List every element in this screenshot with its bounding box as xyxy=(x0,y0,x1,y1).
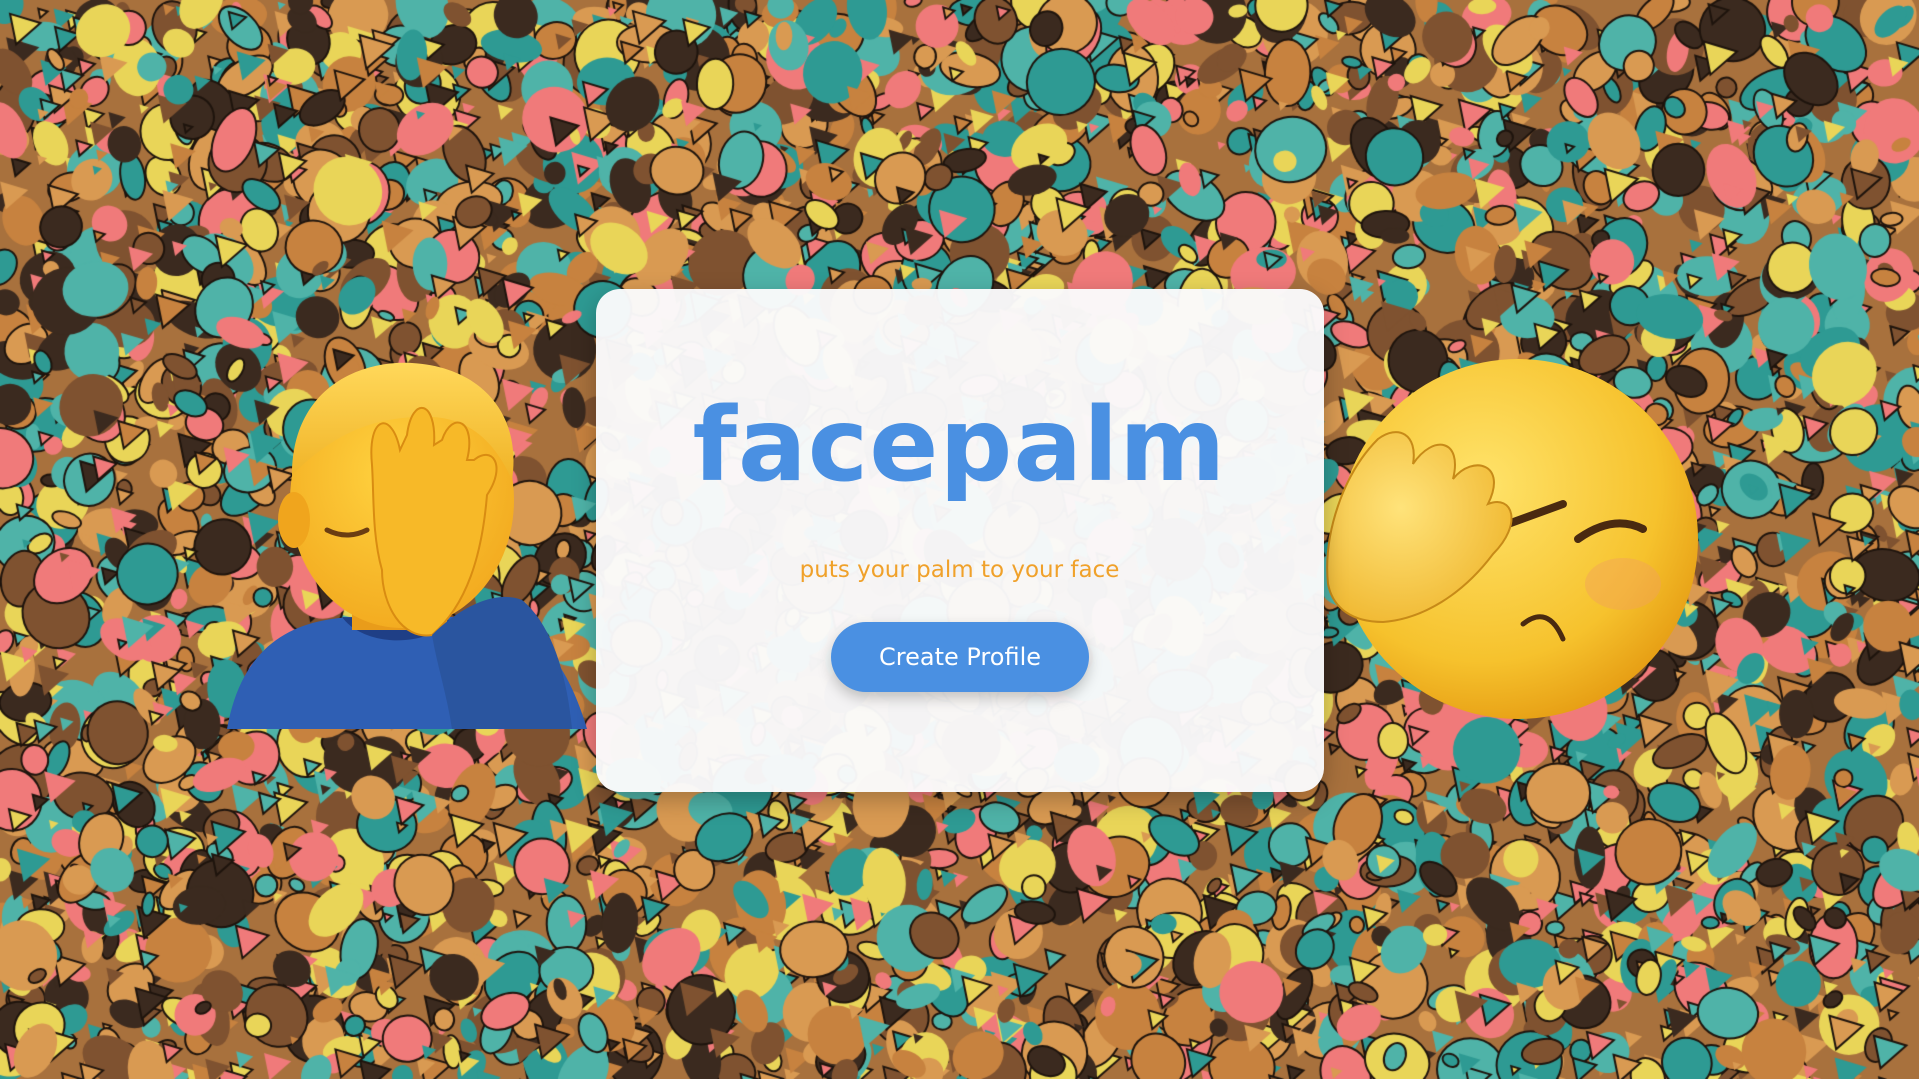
create-profile-button[interactable]: Create Profile xyxy=(831,622,1089,692)
app-title: facepalm xyxy=(692,386,1227,505)
hero-card xyxy=(596,289,1324,792)
tagline: puts your palm to your face xyxy=(799,557,1120,583)
